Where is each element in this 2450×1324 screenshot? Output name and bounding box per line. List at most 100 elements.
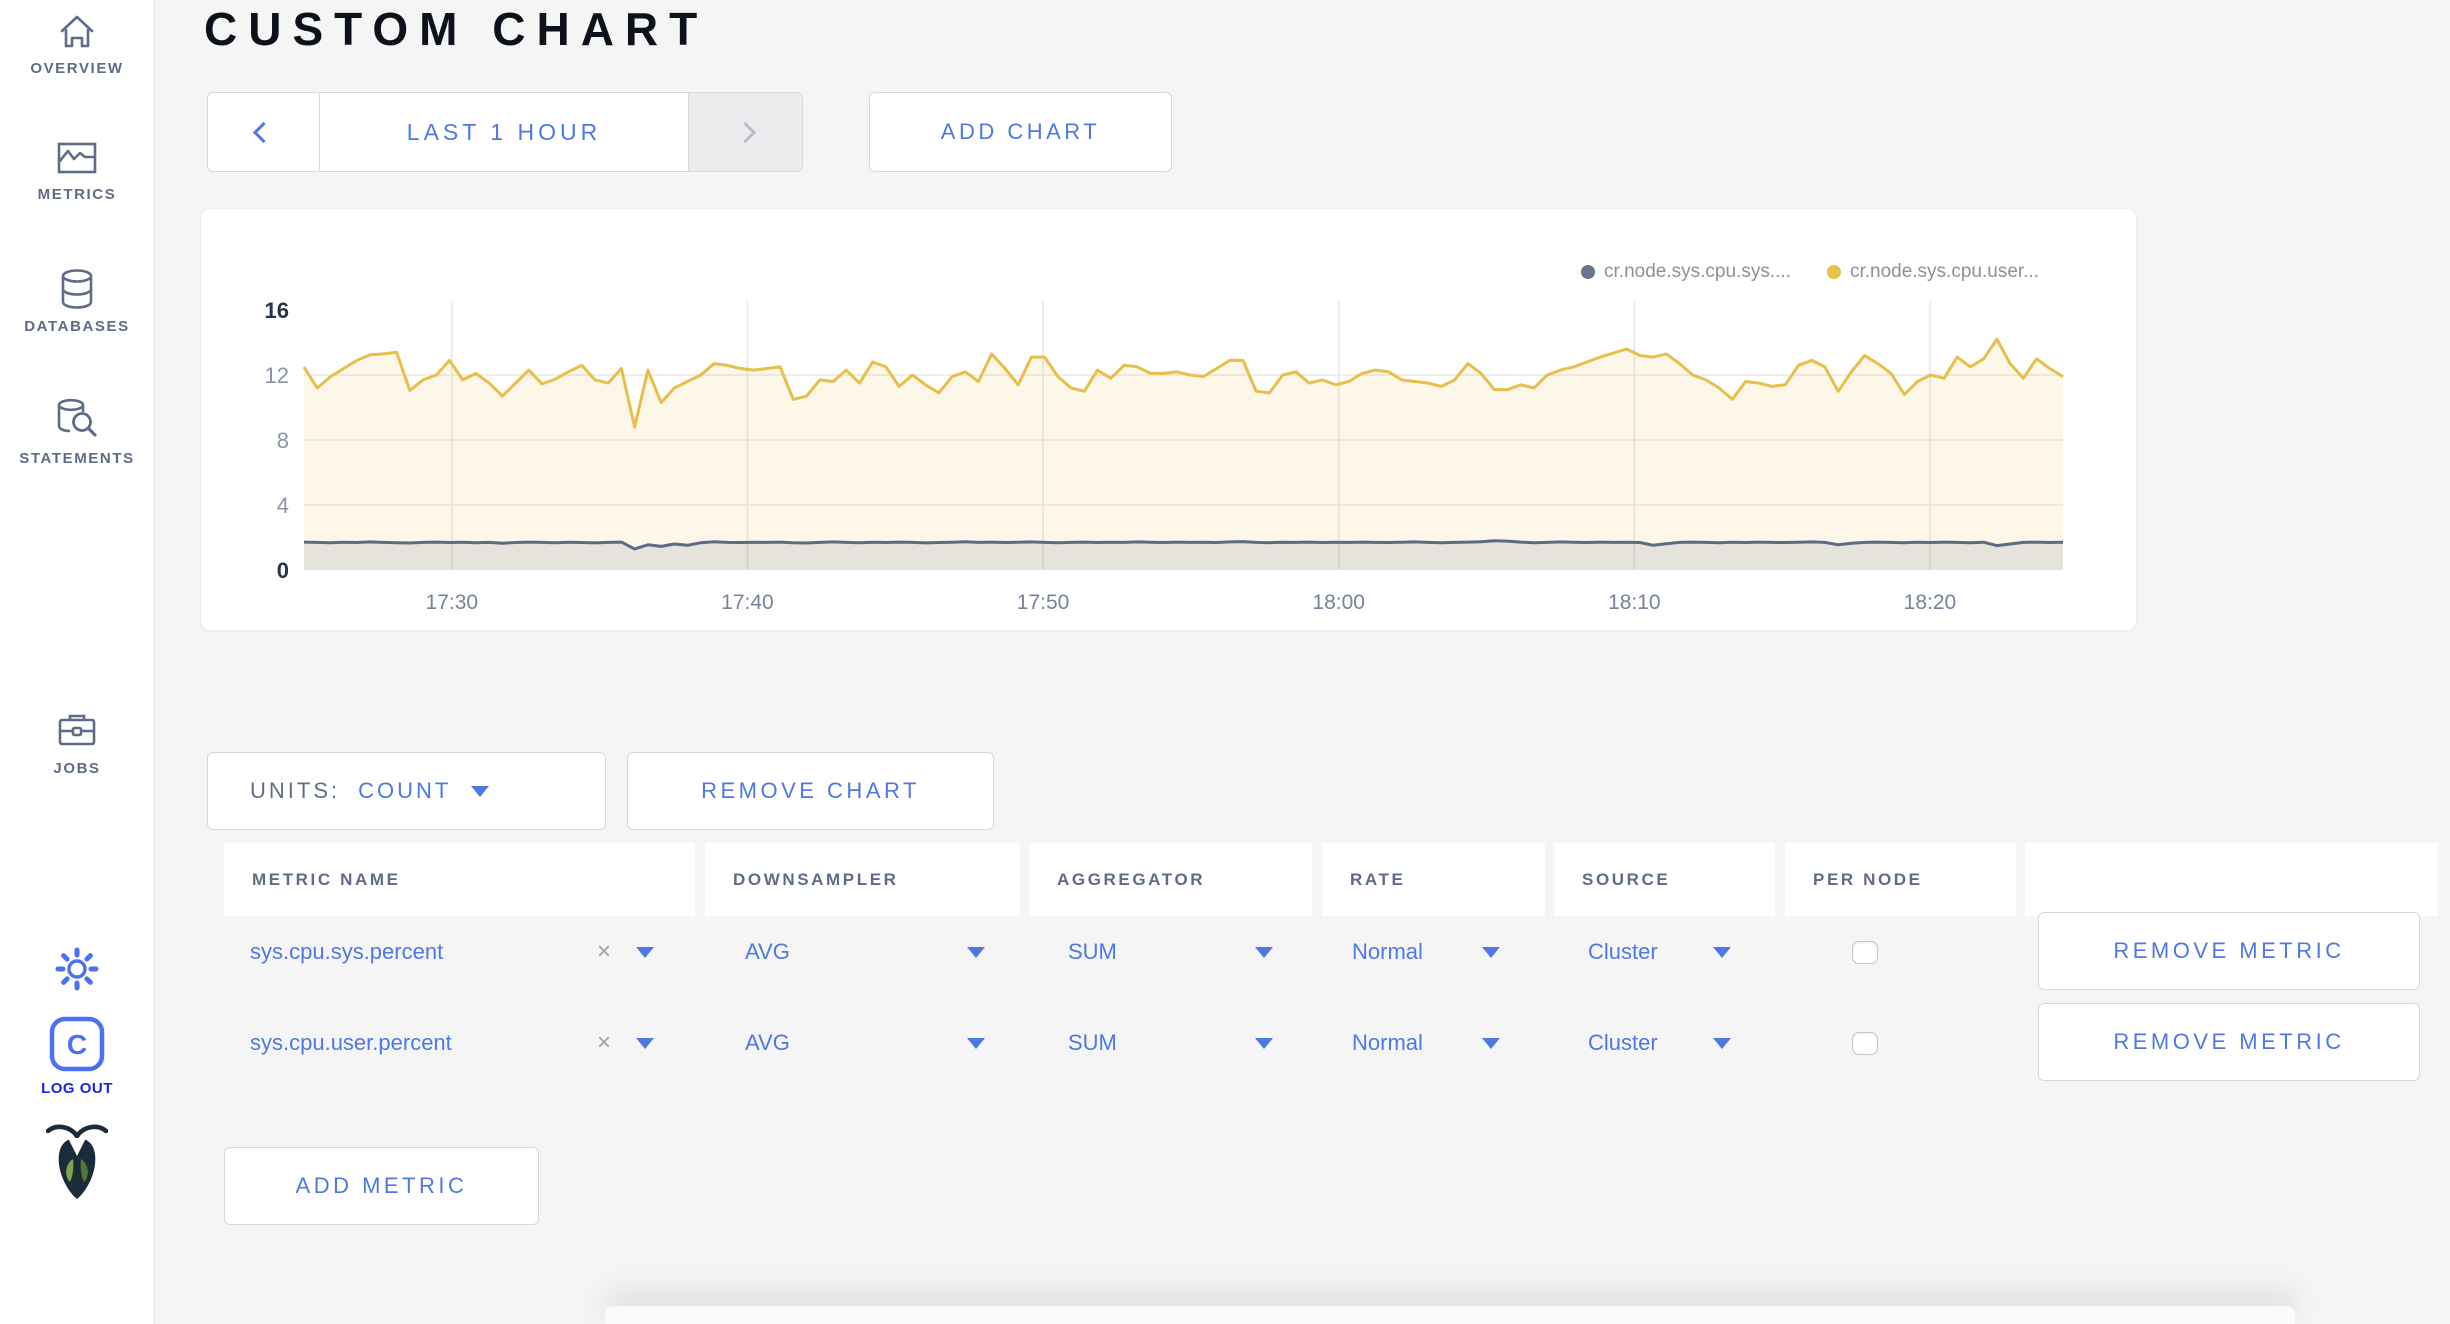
legend-dot (1581, 265, 1596, 279)
remove-metric-button[interactable]: REMOVE METRIC (2038, 912, 2420, 990)
briefcase-icon (58, 714, 96, 746)
chevron-down-icon (967, 1037, 985, 1049)
chevron-right-icon (734, 121, 757, 143)
chevron-down-icon (967, 946, 985, 958)
svg-text:18:20: 18:20 (1904, 591, 1957, 614)
sidebar-item-jobs[interactable]: JOBS (0, 710, 154, 777)
chevron-down-icon[interactable] (636, 947, 654, 958)
chevron-down-icon[interactable] (636, 1038, 654, 1049)
logout-label: LOG OUT (41, 1080, 113, 1097)
remove-metric-button[interactable]: REMOVE METRIC (2038, 1003, 2420, 1081)
svg-text:12: 12 (265, 363, 289, 388)
add-chart-button[interactable]: ADD CHART (869, 92, 1172, 172)
col-header-downsampler: DOWNSAMPLER (705, 843, 1020, 916)
aggregator-dropdown[interactable]: SUM (1068, 939, 1273, 965)
settings-button[interactable] (0, 946, 154, 992)
source-value: Cluster (1588, 1030, 1658, 1055)
rate-value: Normal (1352, 939, 1423, 964)
svg-text:18:00: 18:00 (1312, 591, 1365, 614)
clear-metric-icon[interactable]: × (597, 938, 611, 966)
add-metric-button[interactable]: ADD METRIC (224, 1147, 539, 1225)
col-header-actions (2025, 843, 2438, 916)
aggregator-dropdown[interactable]: SUM (1068, 1030, 1273, 1056)
per-node-checkbox[interactable] (1852, 1032, 1878, 1055)
time-range-prev-button[interactable] (208, 93, 320, 171)
chevron-left-icon (252, 121, 275, 143)
sidebar-item-label: DATABASES (24, 318, 130, 335)
chevron-down-icon (1713, 1037, 1731, 1049)
clear-metric-icon[interactable]: × (597, 1029, 611, 1057)
per-node-checkbox[interactable] (1852, 941, 1878, 964)
cockroachdb-logo (0, 1122, 154, 1202)
col-header-per-node: PER NODE (1785, 843, 2016, 916)
col-header-rate: RATE (1322, 843, 1545, 916)
col-header-metric-name: METRIC NAME (224, 843, 695, 916)
legend-label: cr.node.sys.cpu.sys.... (1604, 261, 1791, 282)
units-value: COUNT (358, 778, 452, 803)
sidebar-item-label: STATEMENTS (19, 450, 135, 467)
chevron-down-icon (1713, 946, 1731, 958)
sidebar-item-label: METRICS (37, 186, 117, 203)
next-card-edge (605, 1306, 2295, 1324)
source-value: Cluster (1588, 939, 1658, 964)
sidebar-item-databases[interactable]: DATABASES (0, 268, 154, 335)
source-dropdown[interactable]: Cluster (1588, 1030, 1731, 1056)
chevron-down-icon (1482, 946, 1500, 958)
svg-text:17:30: 17:30 (426, 591, 479, 614)
downsampler-dropdown[interactable]: AVG (745, 939, 985, 965)
legend-dot (1826, 265, 1841, 279)
metric-name-dropdown[interactable]: sys.cpu.sys.percent (250, 939, 443, 965)
sidebar-item-metrics[interactable]: METRICS (0, 138, 154, 203)
rate-value: Normal (1352, 1030, 1423, 1055)
main-content: CUSTOM CHART LAST 1 HOUR ADD CHART 16 12 8… (155, 0, 2450, 1324)
col-header-source: SOURCE (1554, 843, 1775, 916)
time-range-picker: LAST 1 HOUR (207, 92, 803, 172)
svg-text:18:10: 18:10 (1608, 591, 1661, 614)
sidebar-item-label: OVERVIEW (30, 60, 124, 77)
aggregator-value: SUM (1068, 1030, 1117, 1055)
col-header-aggregator: AGGREGATOR (1029, 843, 1312, 916)
downsampler-value: AVG (745, 1030, 790, 1055)
cockroach-bug-icon (46, 1124, 108, 1199)
page-title: CUSTOM CHART (204, 3, 709, 55)
rate-dropdown[interactable]: Normal (1352, 939, 1500, 965)
metrics-icon (57, 142, 97, 174)
aggregator-value: SUM (1068, 939, 1117, 964)
sidebar-item-label: JOBS (53, 760, 101, 777)
rate-dropdown[interactable]: Normal (1352, 1030, 1500, 1056)
svg-text:17:40: 17:40 (721, 591, 774, 614)
home-icon (60, 15, 94, 48)
legend-label: cr.node.sys.cpu.user... (1849, 261, 2039, 282)
chevron-down-icon (1482, 1037, 1500, 1049)
svg-text:16: 16 (265, 298, 289, 323)
cockroach-c-icon: C (49, 1016, 105, 1072)
svg-text:0: 0 (277, 558, 289, 583)
database-icon (61, 269, 93, 309)
remove-chart-button[interactable]: REMOVE CHART (627, 752, 994, 830)
downsampler-value: AVG (745, 939, 790, 964)
sidebar: OVERVIEW METRICS DATABASES STATEMENTS JO… (0, 0, 155, 1324)
legend-item-sys[interactable]: cr.node.sys.cpu.sys.... (1581, 261, 1791, 283)
sidebar-item-overview[interactable]: OVERVIEW (0, 12, 154, 77)
units-dropdown[interactable]: UNITS: COUNT (207, 752, 606, 830)
units-label: UNITS: (250, 778, 341, 803)
chevron-down-icon (1255, 1037, 1273, 1049)
source-dropdown[interactable]: Cluster (1588, 939, 1731, 965)
chart-card: 16 12 8 4 0 17:30 17:40 17:50 18:00 18:10 18:20 cr… (200, 208, 2137, 631)
svg-text:C: C (67, 1029, 87, 1060)
svg-text:4: 4 (277, 493, 289, 518)
legend-item-user[interactable]: cr.node.sys.cpu.user... (1826, 261, 2039, 283)
logout-button[interactable]: C LOG OUT (0, 1016, 154, 1097)
chart-legend: cr.node.sys.cpu.sys.... cr.node.sys.cpu.… (1581, 261, 2039, 283)
sidebar-item-statements[interactable]: STATEMENTS (0, 398, 154, 467)
time-range-label[interactable]: LAST 1 HOUR (320, 93, 688, 171)
svg-text:17:50: 17:50 (1017, 591, 1070, 614)
gear-icon (55, 947, 99, 991)
statements-icon (57, 398, 97, 437)
downsampler-dropdown[interactable]: AVG (745, 1030, 985, 1056)
chevron-down-icon (471, 785, 490, 797)
svg-text:8: 8 (277, 428, 289, 453)
metric-name-dropdown[interactable]: sys.cpu.user.percent (250, 1030, 452, 1056)
time-range-next-button[interactable] (688, 93, 802, 171)
chevron-down-icon (1255, 946, 1273, 958)
